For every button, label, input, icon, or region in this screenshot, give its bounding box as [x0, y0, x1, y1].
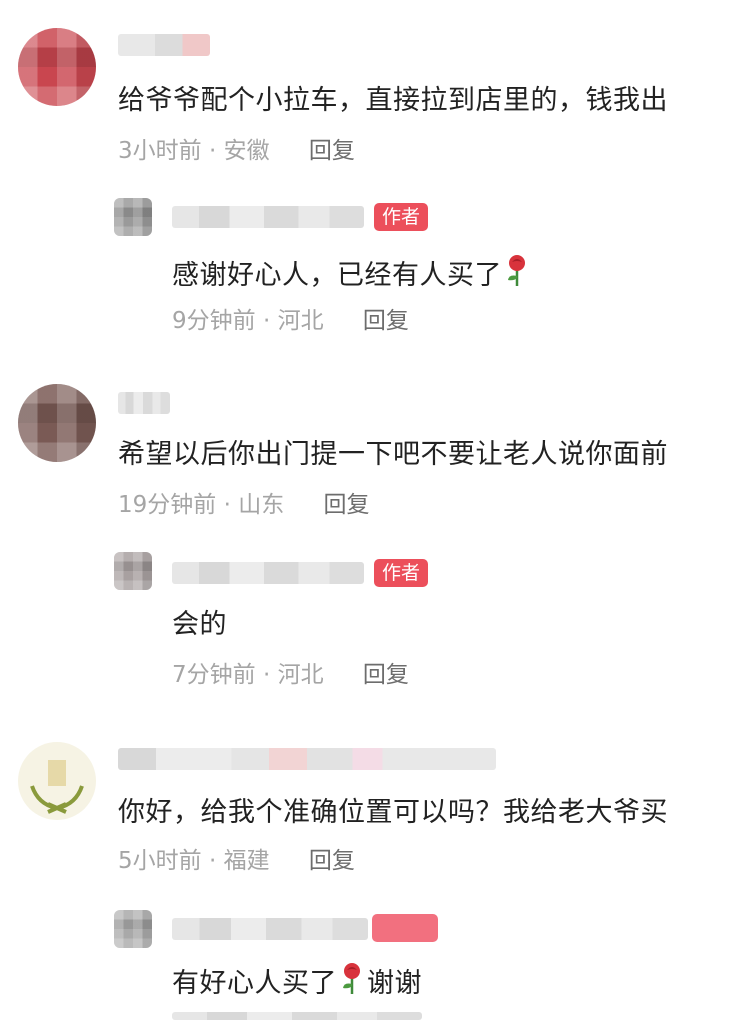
- username-blurred[interactable]: [118, 34, 210, 56]
- comment-time: 19分钟前: [118, 492, 217, 518]
- reply-button[interactable]: 回复: [324, 492, 370, 518]
- comment-time: 3小时前: [118, 138, 202, 164]
- reply-username-blurred[interactable]: [172, 918, 368, 940]
- author-badge: 作者: [374, 559, 429, 587]
- reply-location: 河北: [277, 662, 324, 688]
- avatar-pixelation: [114, 552, 152, 590]
- reply-button[interactable]: 回复: [309, 138, 355, 164]
- reply-text: 会的: [172, 609, 227, 640]
- reply-text: 有好心人买了 谢谢: [172, 962, 422, 1001]
- comment-text: 希望以后你出门提一下吧不要让老人说你面前: [118, 439, 668, 470]
- reply-time: 7分钟前: [172, 662, 256, 688]
- comment-location: 福建: [223, 848, 270, 874]
- comment-3: 你好，给我个准确位置可以吗？我给老大爷买 5小时前 · 福建 回复 有好心人买了…: [0, 720, 742, 1020]
- reply-username-blurred[interactable]: [172, 206, 364, 228]
- reply-text: 感谢好心人，已经有人买了: [172, 254, 532, 293]
- reply-location: 河北: [277, 308, 324, 334]
- reply-button[interactable]: 回复: [309, 848, 355, 874]
- rose-icon: [343, 963, 360, 994]
- avatar-pixelation: [18, 384, 96, 462]
- separator: ·: [208, 138, 217, 164]
- reply-button[interactable]: 回复: [363, 662, 409, 688]
- reply-text-content: 感谢好心人，已经有人买了: [172, 260, 502, 291]
- separator: ·: [223, 492, 231, 518]
- avatar[interactable]: [18, 384, 96, 462]
- comment-time: 5小时前: [118, 848, 202, 874]
- author-badge: 作者: [374, 203, 429, 231]
- comment-text: 给爷爷配个小拉车，直接拉到店里的，钱我出: [118, 85, 668, 116]
- reply-meta: 9分钟前 · 河北 回复: [172, 306, 409, 336]
- reply-avatar[interactable]: [114, 198, 152, 236]
- username-blurred[interactable]: [118, 748, 496, 770]
- rose-icon: [508, 255, 525, 286]
- username-blurred[interactable]: [118, 392, 170, 414]
- comment-location: 安徽: [223, 138, 270, 164]
- comment-text: 你好，给我个准确位置可以吗？我给老大爷买: [118, 797, 668, 828]
- author-badge-blurred: [372, 914, 438, 942]
- separator: ·: [262, 662, 271, 688]
- reply-text-before: 有好心人买了: [172, 968, 337, 999]
- avatar[interactable]: [18, 28, 96, 106]
- reply-button[interactable]: 回复: [363, 308, 409, 334]
- reply-avatar[interactable]: [114, 552, 152, 590]
- avatar-pixelation: [114, 910, 152, 948]
- comment-1: 给爷爷配个小拉车，直接拉到店里的，钱我出 3小时前 · 安徽 回复 作者 感谢好…: [0, 0, 742, 360]
- avatar[interactable]: [18, 742, 96, 820]
- reply-avatar[interactable]: [114, 910, 152, 948]
- reply-time: 9分钟前: [172, 308, 256, 334]
- comment-meta: 5小时前 · 福建 回复: [118, 846, 355, 876]
- separator: ·: [208, 848, 217, 874]
- separator: ·: [262, 308, 271, 334]
- comment-meta: 3小时前 · 安徽 回复: [118, 136, 355, 166]
- comment-2: 希望以后你出门提一下吧不要让老人说你面前 19分钟前 · 山东 回复 作者 会的…: [0, 360, 742, 720]
- wheat-wreath-icon: [30, 760, 84, 814]
- reply-username-blurred[interactable]: [172, 562, 364, 584]
- comment-location: 山东: [238, 492, 285, 518]
- comment-meta: 19分钟前 · 山东 回复: [118, 490, 370, 520]
- reply-text-after: 谢谢: [367, 968, 422, 999]
- avatar-pixelation: [114, 198, 152, 236]
- reply-meta: 7分钟前 · 河北 回复: [172, 660, 409, 690]
- avatar-pixelation: [18, 28, 96, 106]
